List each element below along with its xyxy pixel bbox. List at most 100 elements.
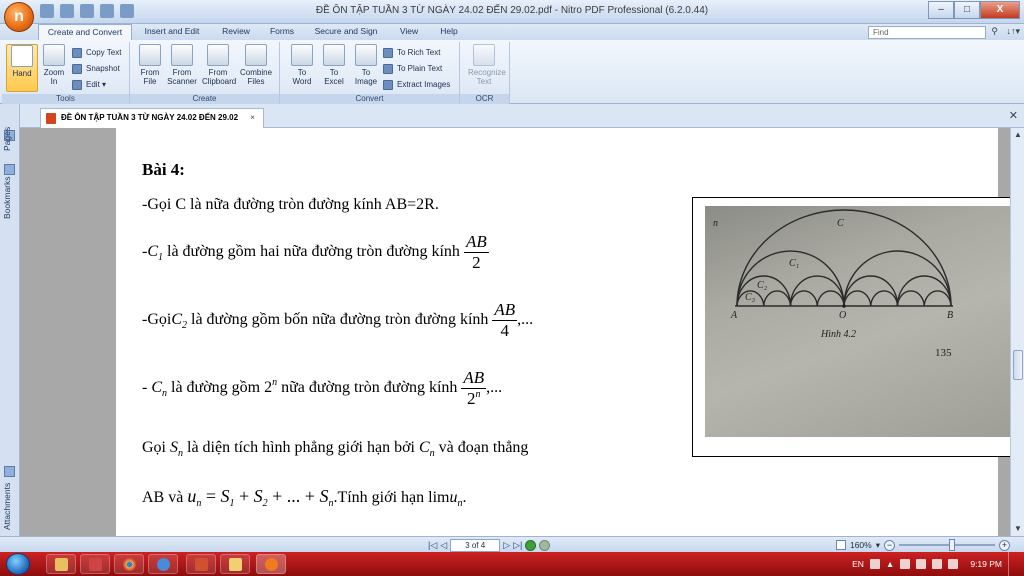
tab-help[interactable]: Help (432, 24, 466, 40)
taskbar-app-4[interactable] (220, 554, 250, 574)
page-number-field[interactable]: 3 of 4 (450, 538, 501, 552)
to-rich-text-button[interactable]: To Rich Text (383, 46, 440, 60)
close-tab-icon[interactable]: × (250, 113, 255, 122)
excel-icon (323, 44, 345, 66)
ocr-icon (473, 44, 495, 66)
side-panel: Pages Bookmarks Attachments (0, 104, 20, 536)
minimize-button[interactable]: – (928, 1, 954, 19)
close-button[interactable]: X (980, 1, 1020, 19)
page-layout-icon[interactable] (835, 540, 846, 550)
taskbar-app-3[interactable] (186, 554, 216, 574)
scroll-up-icon[interactable]: ▲ (1011, 128, 1024, 142)
combine-files-button[interactable]: Combine Files (240, 44, 272, 92)
taskbar-chrome[interactable] (114, 554, 144, 574)
to-plain-text-button[interactable]: To Plain Text (383, 62, 442, 76)
find-input[interactable]: Find (868, 26, 986, 39)
zoom-in-small-button[interactable]: + (999, 539, 1010, 551)
zoom-out-button[interactable]: − (884, 539, 895, 551)
help-icon[interactable] (869, 559, 880, 569)
page-navigation: |◁ ◁ 3 of 4 ▷ ▷| (428, 538, 551, 552)
to-image-button[interactable]: To Image (350, 44, 382, 92)
scroll-thumb[interactable] (1013, 350, 1023, 380)
tray-app-icon[interactable] (900, 559, 911, 569)
tab-view[interactable]: View (390, 24, 428, 40)
to-excel-button[interactable]: To Excel (318, 44, 350, 92)
create-group: From File From Scanner From Clipboard Co… (130, 42, 280, 104)
attachments-panel-tab[interactable]: Attachments (2, 476, 18, 536)
browser-icon (123, 558, 136, 571)
label-o: O (839, 310, 847, 321)
first-page-button[interactable]: |◁ (428, 540, 437, 551)
tab-forms[interactable]: Forms (262, 24, 302, 40)
system-tray: EN ▲ 9:19 PM (852, 552, 1024, 576)
word-icon (291, 44, 313, 66)
edit-button[interactable]: Edit ▾ (72, 78, 106, 92)
hand-tool-button[interactable]: Hand (6, 44, 38, 92)
prev-page-button[interactable]: ◁ (440, 540, 447, 551)
nitro-icon (265, 558, 278, 571)
figure-frame: C C₁ C₂ C₃ A O B Hình 4.2 135 n (692, 197, 1010, 457)
tab-create-and-convert[interactable]: Create and Convert (38, 24, 132, 40)
tab-insert-and-edit[interactable]: Insert and Edit (136, 24, 208, 40)
tab-secure-and-sign[interactable]: Secure and Sign (308, 24, 384, 40)
from-scanner-button[interactable]: From Scanner (166, 44, 198, 92)
from-file-button[interactable]: From File (134, 44, 166, 92)
tab-review[interactable]: Review (212, 24, 260, 40)
hand-icon (11, 45, 33, 67)
create-group-label: Create (130, 94, 279, 104)
recognize-text-button[interactable]: Recognize Text (468, 44, 506, 92)
language-indicator[interactable]: EN (852, 559, 864, 569)
figure-caption: Hình 4.2 (821, 329, 856, 340)
start-button[interactable] (6, 553, 30, 575)
document-tab[interactable]: ĐỀ ÔN TẬP TUẦN 3 TỪ NGÀY 24.02 ĐẾN 29.02… (40, 108, 264, 128)
extract-images-icon (383, 80, 393, 90)
clock[interactable]: 9:19 PM (970, 559, 1002, 569)
document-icon (195, 558, 208, 571)
ribbon-tabs: Create and Convert Insert and Edit Revie… (0, 24, 1024, 40)
bookmarks-panel-tab[interactable]: Bookmarks (2, 168, 18, 228)
text-line-4: - Cn là đường gồm 2n nữa đường tròn đườn… (142, 368, 503, 408)
pages-panel-tab[interactable]: Pages (2, 118, 18, 160)
zoom-icon (43, 44, 65, 66)
extract-images-button[interactable]: Extract Images (383, 78, 450, 92)
to-word-button[interactable]: To Word (286, 44, 318, 92)
taskbar-explorer[interactable] (46, 554, 76, 574)
zoom-slider[interactable] (899, 539, 995, 551)
close-document-icon[interactable]: ✕ (1009, 109, 1018, 122)
convert-group-label: Convert (280, 94, 459, 104)
camera-icon (72, 64, 82, 74)
from-clipboard-button[interactable]: From Clipboard (202, 44, 236, 92)
forward-view-icon[interactable] (539, 539, 551, 551)
zoom-in-button[interactable]: Zoom In (38, 44, 70, 92)
taskbar-app-1[interactable] (80, 554, 110, 574)
back-view-icon[interactable] (525, 539, 537, 551)
label-b: B (947, 310, 954, 321)
find-navigation[interactable]: ↓↑▾ (1006, 26, 1020, 37)
taskbar-nitro-pdf[interactable] (256, 554, 286, 574)
snapshot-button[interactable]: Snapshot (72, 62, 120, 76)
maximize-button[interactable]: □ (954, 1, 980, 19)
volume-icon[interactable] (948, 559, 959, 569)
document-viewer[interactable]: Bài 4: -Gọi C là nữa đường tròn đường kí… (20, 128, 1010, 536)
copy-text-button[interactable]: Copy Text (72, 46, 121, 60)
document-tab-bar: ĐỀ ÔN TẬP TUẦN 3 TỪ NGÀY 24.02 ĐẾN 29.02… (20, 104, 1024, 128)
zoom-slider-knob[interactable] (949, 539, 955, 551)
tray-expand-icon[interactable]: ▲ (886, 559, 894, 569)
flag-icon[interactable] (916, 559, 927, 569)
app-menu-button[interactable]: n (4, 2, 34, 32)
arc-c (736, 209, 952, 307)
network-icon[interactable] (932, 559, 943, 569)
label-c: C (837, 218, 844, 229)
zoom-dropdown-icon[interactable]: ▾ (876, 540, 880, 551)
zoom-level[interactable]: 160% (850, 540, 872, 550)
last-page-button[interactable]: ▷| (513, 540, 522, 551)
show-desktop-button[interactable] (1008, 552, 1018, 576)
taskbar-app-2[interactable] (148, 554, 178, 574)
tools-group-label: Tools (2, 94, 129, 104)
scroll-down-icon[interactable]: ▼ (1011, 522, 1024, 536)
status-bar: |◁ ◁ 3 of 4 ▷ ▷| 160% ▾ − + (0, 536, 1024, 552)
vertical-scrollbar[interactable]: ▲ ▼ (1010, 128, 1024, 536)
ribbon: Hand Zoom In Copy Text Snapshot Edit ▾ T… (0, 40, 1024, 104)
search-icon[interactable]: ⚲ (991, 26, 998, 37)
next-page-button[interactable]: ▷ (503, 540, 510, 551)
